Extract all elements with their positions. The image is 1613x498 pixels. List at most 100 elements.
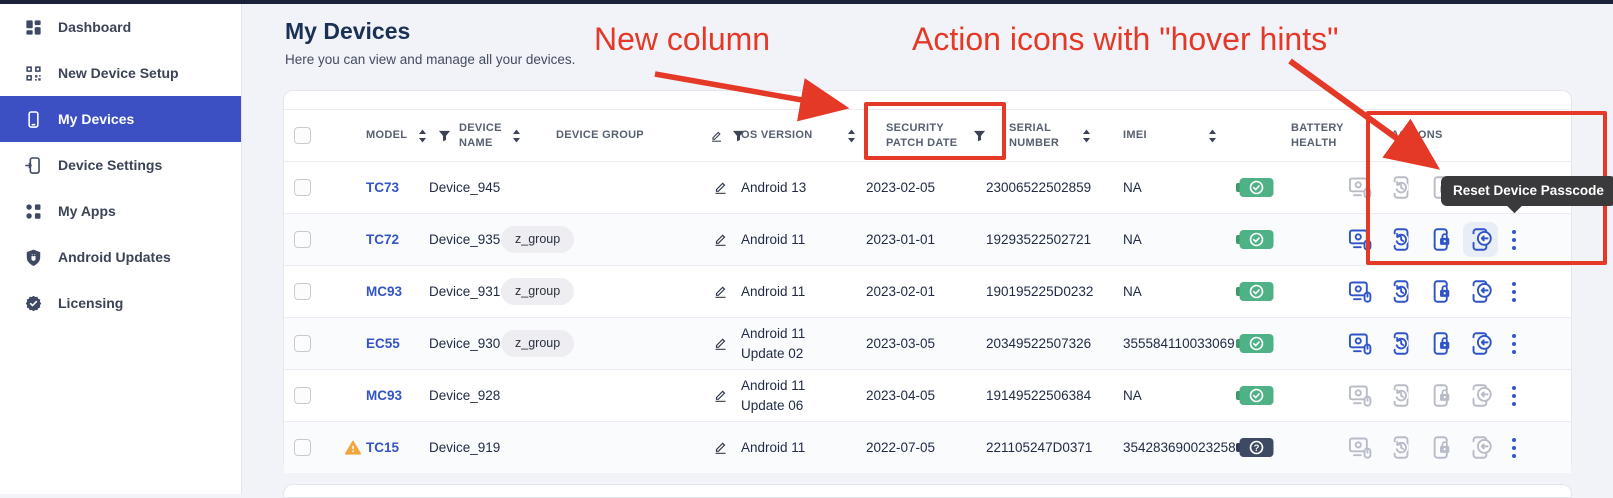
sort-icon[interactable] <box>416 129 429 143</box>
sidebar-item-dashboard[interactable]: Dashboard <box>0 4 241 50</box>
remote-control-icon[interactable] <box>1347 434 1374 461</box>
dashboard-icon <box>23 17 43 37</box>
column-header-label: OS VERSION <box>741 128 812 142</box>
sidebar-item-label: Dashboard <box>58 19 131 35</box>
security-patch-date: 2023-03-05 <box>866 336 935 351</box>
reset-passcode-icon[interactable] <box>1467 382 1494 409</box>
reboot-device-icon[interactable] <box>1387 278 1414 305</box>
model-link[interactable]: TC72 <box>366 232 399 247</box>
device-group-badge: z_group <box>501 278 574 305</box>
reboot-device-icon[interactable] <box>1387 226 1414 253</box>
sort-icon[interactable] <box>845 129 858 143</box>
edit-icon[interactable] <box>713 284 728 299</box>
sidebar-item-my-apps[interactable]: My Apps <box>0 188 241 234</box>
sidebar-item-android-updates[interactable]: Android Updates <box>0 234 241 280</box>
edit-icon[interactable] <box>713 440 728 455</box>
reboot-device-icon[interactable] <box>1387 434 1414 461</box>
shield-icon <box>23 247 43 267</box>
os-version-line1: Android 11 <box>741 438 805 458</box>
os-version-line1: Android 11 <box>741 324 805 344</box>
lock-device-icon[interactable] <box>1427 330 1454 357</box>
model-link[interactable]: EC55 <box>366 336 400 351</box>
row-checkbox[interactable] <box>294 387 311 404</box>
device-name-cell: Device_931 <box>429 266 501 317</box>
table-row: TC15 Device_919 Android 11 2022-07-05 22… <box>284 421 1571 473</box>
serial-number: 190195225D0232 <box>986 284 1093 299</box>
row-checkbox[interactable] <box>294 283 311 300</box>
reset-passcode-icon[interactable] <box>1463 222 1498 257</box>
column-header-label: BATTERY HEALTH <box>1291 121 1323 150</box>
device-name: Device_931 <box>429 284 500 299</box>
reboot-device-icon[interactable] <box>1387 382 1414 409</box>
reset-passcode-icon[interactable] <box>1467 330 1494 357</box>
sort-icon[interactable] <box>1206 129 1219 143</box>
serial-number: 19293522502721 <box>986 232 1091 247</box>
edit-icon[interactable] <box>713 336 728 351</box>
annotation-new-column: New column <box>594 21 770 58</box>
column-header-label: DEVICE GROUP <box>556 128 644 142</box>
model-link[interactable]: TC73 <box>366 180 399 195</box>
svg-text:?: ? <box>1254 443 1260 454</box>
row-checkbox[interactable] <box>294 439 311 456</box>
remote-control-icon[interactable] <box>1347 278 1374 305</box>
row-menu-icon[interactable] <box>1511 332 1517 356</box>
row-menu-icon[interactable] <box>1511 280 1517 304</box>
model-link[interactable]: TC15 <box>366 440 399 455</box>
sort-icon[interactable] <box>1080 129 1093 143</box>
os-version-line2: Update 02 <box>741 344 805 364</box>
column-header-label: DEVICE NAME <box>459 121 501 150</box>
reset-passcode-icon[interactable] <box>1467 278 1494 305</box>
lock-device-icon[interactable] <box>1427 278 1454 305</box>
edit-icon[interactable] <box>710 129 723 143</box>
edit-icon[interactable] <box>713 388 728 403</box>
edit-icon[interactable] <box>713 180 728 195</box>
annotation-hover-hints: Action icons with "hover hints" <box>912 21 1338 58</box>
select-all-checkbox[interactable] <box>294 127 311 144</box>
row-checkbox[interactable] <box>294 179 311 196</box>
imei: NA <box>1123 232 1142 247</box>
row-menu-icon[interactable] <box>1511 384 1517 408</box>
reboot-device-icon[interactable] <box>1387 330 1414 357</box>
remote-control-icon[interactable] <box>1347 226 1374 253</box>
reboot-device-icon[interactable] <box>1387 174 1414 201</box>
page-title: My Devices <box>285 18 410 45</box>
security-patch-date: 2023-01-01 <box>866 232 935 247</box>
security-patch-date: 2022-07-05 <box>866 440 935 455</box>
sidebar-item-new-device-setup[interactable]: New Device Setup <box>0 50 241 96</box>
edit-icon[interactable] <box>713 232 728 247</box>
device-name: Device_945 <box>429 180 500 195</box>
serial-number: 19149522506384 <box>986 388 1091 403</box>
row-menu-icon[interactable] <box>1511 436 1517 460</box>
sidebar-item-licensing[interactable]: Licensing <box>0 280 241 326</box>
sidebar-nav: Dashboard New Device Setup My Devices De… <box>0 4 241 326</box>
hover-tooltip: Reset Device Passcode <box>1441 176 1613 206</box>
device-name-cell: Device_945 <box>429 162 501 213</box>
row-menu-icon[interactable] <box>1511 228 1517 252</box>
column-header-label: MODEL <box>366 128 407 142</box>
device-name: Device_935 <box>429 232 500 247</box>
model-link[interactable]: MC93 <box>366 284 402 299</box>
column-header-actions: ACTIONS <box>1323 110 1573 161</box>
os-version-line1: Android 11 <box>741 376 805 396</box>
row-checkbox[interactable] <box>294 335 311 352</box>
reset-passcode-icon[interactable] <box>1467 434 1494 461</box>
remote-control-icon[interactable] <box>1347 382 1374 409</box>
column-header-device-group: DEVICE GROUP <box>501 110 701 161</box>
lock-device-icon[interactable] <box>1427 434 1454 461</box>
row-checkbox[interactable] <box>294 231 311 248</box>
page-subtitle: Here you can view and manage all your de… <box>285 52 575 67</box>
actions-cell <box>1323 422 1573 473</box>
sidebar-item-my-devices[interactable]: My Devices <box>0 96 241 142</box>
remote-control-icon[interactable] <box>1347 330 1374 357</box>
column-header-label: ACTIONS <box>1391 128 1443 142</box>
remote-control-icon[interactable] <box>1347 174 1374 201</box>
sidebar-item-label: New Device Setup <box>58 65 179 81</box>
table-body: TC73 Device_945 Android 13 2023-02-05 23… <box>284 161 1571 473</box>
lock-device-icon[interactable] <box>1427 226 1454 253</box>
column-header-label: SECURITY PATCH DATE <box>886 121 964 150</box>
sidebar-item-device-settings[interactable]: Device Settings <box>0 142 241 188</box>
column-header-label: IMEI <box>1123 128 1147 142</box>
filter-icon[interactable] <box>973 129 986 143</box>
lock-device-icon[interactable] <box>1427 382 1454 409</box>
model-link[interactable]: MC93 <box>366 388 402 403</box>
